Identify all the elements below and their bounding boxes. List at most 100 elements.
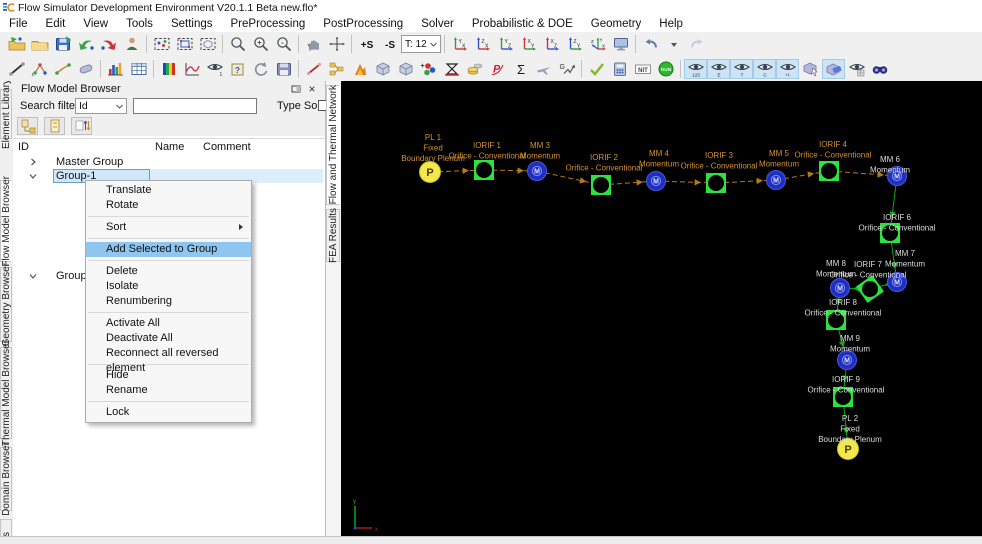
view-xz-button[interactable]: XZ [540, 34, 563, 54]
export-model-button[interactable] [97, 34, 120, 54]
menu-item-renumbering[interactable]: Renumbering [86, 294, 251, 309]
expand-tree-button[interactable] [17, 117, 38, 135]
show-signs-button[interactable]: +/- [776, 59, 799, 79]
validate-button[interactable] [585, 59, 608, 79]
menu-item-deactivate-all[interactable]: Deactivate All [86, 331, 251, 346]
menu-preprocessing[interactable]: PreProcessing [222, 17, 315, 31]
menu-item-translate[interactable]: Translate [86, 183, 251, 198]
renumber-tree-button[interactable] [71, 117, 92, 135]
save-results-button[interactable] [272, 59, 295, 79]
view-tab-flow-and-thermal-network[interactable]: Flow and Thermal Network [326, 85, 340, 205]
sidebar-tab-thermal-model-browser[interactable]: Thermal Model Browser [0, 347, 12, 439]
menu-tools[interactable]: Tools [117, 17, 162, 31]
sidebar-tab-planes[interactable]: Planes [0, 519, 12, 537]
pressure-curve-button[interactable]: P [486, 59, 509, 79]
sidebar-tab-element-library[interactable]: Element Library [0, 89, 12, 139]
pan-button[interactable] [302, 34, 325, 54]
convergence-button[interactable] [348, 59, 371, 79]
node-mm-6[interactable]: MMM 6Momentum [870, 155, 910, 186]
mission-button[interactable] [532, 59, 555, 79]
node-iorif-4[interactable]: IORIF 4Orifice - Conventional [795, 140, 872, 181]
tree-row-label[interactable]: Master Group [56, 156, 123, 168]
view-zx-button[interactable]: ZX [471, 34, 494, 54]
search-model-button[interactable] [868, 59, 891, 79]
display-cube-2-button[interactable] [394, 59, 417, 79]
zoom-window-button[interactable] [226, 34, 249, 54]
chevron-down-icon[interactable] [29, 272, 37, 280]
select-elements-button[interactable] [173, 34, 196, 54]
dock-pin-icon[interactable] [289, 82, 303, 96]
cost-button[interactable] [463, 59, 486, 79]
redo-button[interactable] [685, 34, 708, 54]
menu-item-rotate[interactable]: Rotate [86, 198, 251, 213]
data-table-button[interactable] [127, 59, 150, 79]
node-iorif-2[interactable]: IORIF 2Orifice - Conventional [566, 153, 643, 195]
zoom-out-button[interactable]: - [272, 34, 295, 54]
tree-row-label[interactable]: Group [56, 270, 87, 282]
node-colors-button[interactable]: + [417, 59, 440, 79]
move-view-button[interactable] [325, 34, 348, 54]
increase-symbol-size-button[interactable]: +S [355, 34, 378, 54]
show-grid-button[interactable] [845, 59, 868, 79]
user-profile-button[interactable] [120, 34, 143, 54]
menu-item-sort[interactable]: Sort [86, 220, 251, 235]
transient-chart-button[interactable] [440, 59, 463, 79]
node-mm-4[interactable]: MMM 4Momentum [639, 149, 679, 191]
chevron-down-icon[interactable] [29, 172, 37, 180]
view-xy-button[interactable]: XY [517, 34, 540, 54]
contour-legend-button[interactable] [157, 59, 180, 79]
node-pl-2[interactable]: PPL 2FixedBoundary Plenum [818, 414, 882, 460]
view-zy-button[interactable]: ZY [563, 34, 586, 54]
menu-item-add-selected-to-group[interactable]: Add Selected to Group [86, 242, 251, 257]
menu-item-rename[interactable]: Rename [86, 383, 251, 398]
model-info-button[interactable]: ? [226, 59, 249, 79]
sidebar-tab-flow-model-browser[interactable]: Flow Model Browser [0, 180, 12, 262]
menu-edit[interactable]: Edit [37, 17, 75, 31]
menu-file[interactable]: File [0, 17, 37, 31]
plot-results-button[interactable] [180, 59, 203, 79]
create-element-button[interactable] [302, 59, 325, 79]
element-line-button[interactable] [5, 59, 28, 79]
menu-postprocessing[interactable]: PostProcessing [314, 17, 412, 31]
select-entities-button[interactable] [150, 34, 173, 54]
fit-view-button[interactable] [609, 34, 632, 54]
undo-dropdown[interactable] [662, 34, 685, 54]
node-iorif-8[interactable]: IORIF 8Orifice - Conventional [805, 298, 882, 330]
run-button[interactable]: RUN [654, 59, 677, 79]
network-tree-button[interactable] [325, 59, 348, 79]
decrease-symbol-size-button[interactable]: -S [378, 34, 401, 54]
view-yx-button[interactable]: YX [448, 34, 471, 54]
node-mm-5[interactable]: MMM 5Momentum [759, 149, 799, 190]
menu-item-isolate[interactable]: Isolate [86, 279, 251, 294]
display-cube-button[interactable] [371, 59, 394, 79]
menu-item-reconnect-all-reversed-element[interactable]: Reconnect all reversed element [86, 346, 251, 361]
open-flow-model-button[interactable] [5, 34, 28, 54]
model-canvas[interactable]: PPL 1FixedBoundary PlenumIORIF 1Orifice … [341, 81, 982, 537]
view-iso-button[interactable]: YXZ [586, 34, 609, 54]
show-elements-button[interactable]: E [707, 59, 730, 79]
sidebar-tab-domain-browser[interactable]: Domain Browser [0, 447, 12, 511]
view-yz-button[interactable]: YZ [494, 34, 517, 54]
show-numbers-button[interactable]: 123 [684, 59, 707, 79]
node-iorif-6[interactable]: IORIF 6Orifice - Conventional [859, 213, 936, 243]
show-result-ids-button[interactable]: 1 [203, 59, 226, 79]
element-branch-button[interactable]: 1 [28, 59, 51, 79]
plane-display-button[interactable] [822, 59, 845, 79]
show-temperatures-button[interactable]: T [730, 59, 753, 79]
menu-help[interactable]: Help [650, 17, 692, 31]
tree-row-master-group[interactable]: Master Group [13, 155, 325, 169]
collapse-tree-button[interactable] [44, 117, 65, 135]
sidebar-tab-geometry-browser[interactable]: Geometry Browser [0, 267, 12, 342]
menu-view[interactable]: View [74, 17, 117, 31]
view-tab-fea-results[interactable]: FEA Results [326, 209, 340, 262]
pick-display-button[interactable] [799, 59, 822, 79]
undo-button[interactable] [639, 34, 662, 54]
menu-item-activate-all[interactable]: Activate All [86, 316, 251, 331]
show-chambers-button[interactable]: C [753, 59, 776, 79]
menu-item-lock[interactable]: Lock [86, 405, 251, 420]
text-size-select[interactable]: T: 12 [401, 35, 441, 53]
estimate-button[interactable] [608, 59, 631, 79]
search-input[interactable] [133, 98, 257, 114]
import-model-button[interactable] [74, 34, 97, 54]
trace-button[interactable]: G [555, 59, 578, 79]
